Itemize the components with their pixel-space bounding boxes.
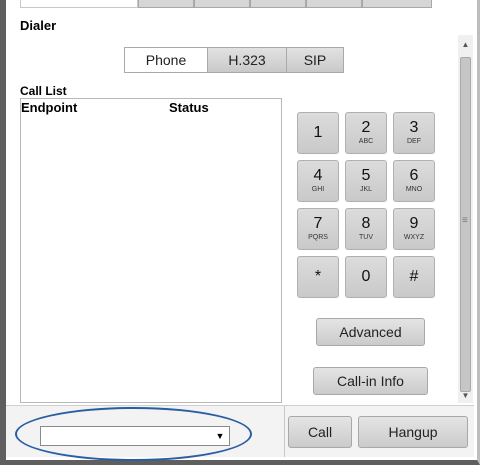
key-4[interactable]: 4 GHI	[297, 160, 339, 202]
top-tab-strip	[20, 0, 480, 10]
key-star[interactable]: *	[297, 256, 339, 298]
dialer-title: Dialer	[20, 18, 57, 33]
key-digit: 3	[409, 119, 419, 136]
column-header-status[interactable]: Status	[169, 100, 209, 115]
number-combo-box[interactable]: ▼	[40, 426, 230, 446]
top-tab-4[interactable]	[250, 0, 306, 8]
key-3[interactable]: 3 DEF	[393, 112, 435, 154]
key-letters: DEF	[407, 138, 421, 145]
key-digit: 0	[361, 268, 371, 285]
key-digit: 2	[361, 119, 371, 136]
hangup-button[interactable]: Hangup	[358, 416, 468, 448]
key-5[interactable]: 5 JKL	[345, 160, 387, 202]
dropdown-arrow-icon[interactable]: ▼	[213, 429, 227, 443]
key-0[interactable]: 0	[345, 256, 387, 298]
scroll-down-icon[interactable]: ▼	[458, 388, 473, 402]
column-header-endpoint[interactable]: Endpoint	[21, 100, 77, 115]
advanced-button[interactable]: Advanced	[316, 318, 425, 346]
key-letters: ABC	[358, 138, 374, 145]
top-tab-5[interactable]	[306, 0, 362, 8]
vertical-scrollbar[interactable]: ▲ ≡ ▼	[458, 35, 473, 403]
key-digit: 5	[361, 167, 371, 184]
key-letters: MNO	[405, 186, 423, 193]
grip-icon: ≡	[462, 215, 468, 226]
key-1[interactable]: 1	[297, 112, 339, 154]
call-list-table[interactable]: Endpoint Status	[20, 98, 282, 403]
tab-h323[interactable]: H.323	[208, 47, 287, 73]
key-hash[interactable]: #	[393, 256, 435, 298]
key-digit: 8	[361, 215, 371, 232]
key-letters: PQRS	[308, 234, 328, 241]
key-digit: 4	[313, 167, 323, 184]
key-digit: 6	[409, 167, 419, 184]
key-digit: *	[314, 268, 322, 285]
call-list-title: Call List	[20, 84, 67, 98]
protocol-tab-group: Phone H.323 SIP	[124, 47, 344, 73]
key-6[interactable]: 6 MNO	[393, 160, 435, 202]
key-letters: JKL	[359, 186, 373, 193]
keypad: 1 2 ABC 3 DEF 4 GHI 5 JKL 6 MNO 7 PQRS 8 TUV 9 W…	[297, 112, 435, 298]
key-9[interactable]: 9 WXYZ	[393, 208, 435, 250]
top-tab-3[interactable]	[194, 0, 250, 8]
key-2[interactable]: 2 ABC	[345, 112, 387, 154]
key-digit: #	[409, 268, 419, 285]
key-8[interactable]: 8 TUV	[345, 208, 387, 250]
tab-phone[interactable]: Phone	[124, 47, 208, 73]
tab-sip[interactable]: SIP	[287, 47, 344, 73]
scrollbar-thumb[interactable]: ≡	[460, 57, 471, 392]
toolbar-divider	[284, 405, 285, 457]
top-tab-2[interactable]	[138, 0, 194, 8]
key-letters: GHI	[311, 186, 325, 193]
call-button[interactable]: Call	[288, 416, 352, 448]
top-tab-1[interactable]	[20, 0, 138, 8]
callin-info-button[interactable]: Call-in Info	[313, 367, 428, 395]
key-digit: 9	[409, 215, 419, 232]
key-digit: 7	[313, 215, 323, 232]
top-tab-6[interactable]	[362, 0, 432, 8]
scroll-up-icon[interactable]: ▲	[458, 37, 473, 51]
key-letters: TUV	[359, 234, 373, 241]
key-letters: WXYZ	[403, 234, 425, 241]
key-7[interactable]: 7 PQRS	[297, 208, 339, 250]
key-digit: 1	[313, 124, 323, 141]
